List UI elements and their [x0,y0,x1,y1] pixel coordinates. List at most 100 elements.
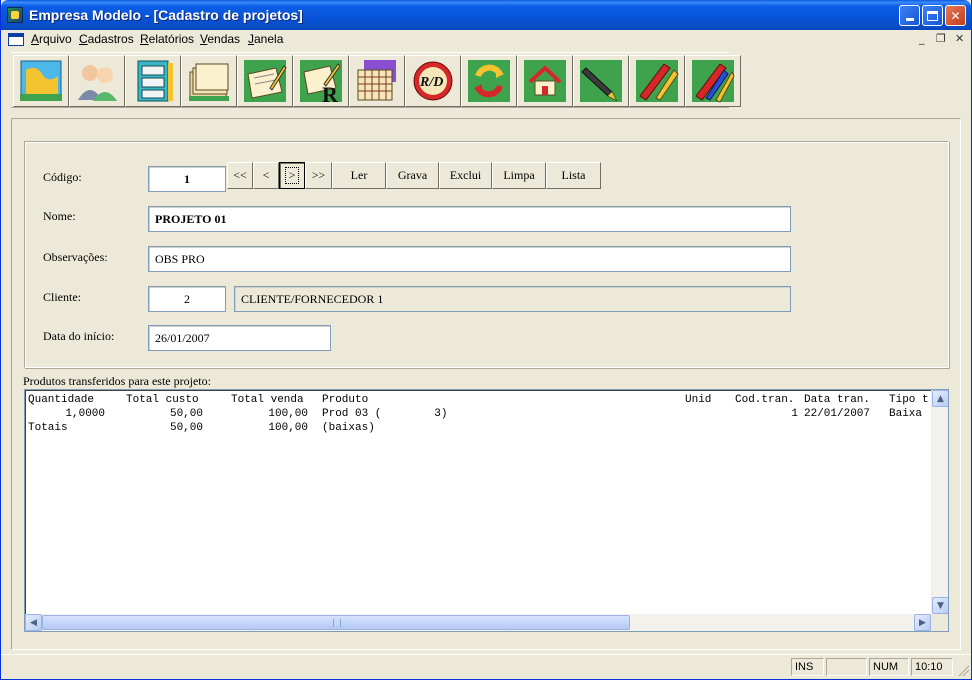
menu-arquivo[interactable]: Arquivo [31,32,72,46]
cell-total-custo: 50,00 [169,408,203,420]
svg-text:R: R [322,82,339,104]
toolbar-button-refresh[interactable] [461,55,517,107]
header-data-tran: Data tran. [804,394,871,406]
toolbar-button-report[interactable]: R [293,55,349,107]
toolbar-button-edit[interactable] [237,55,293,107]
scroll-corner [931,614,948,631]
child-close-icon[interactable]: ✕ [955,32,964,45]
home-icon [524,60,566,102]
child-minimize-icon[interactable]: _ [919,32,925,45]
header-total-custo: Total custo [126,394,199,406]
close-button[interactable]: ✕ [945,5,966,26]
chevron-right-icon: ▶ [919,617,926,628]
red-pencil-icon [636,60,679,102]
toolbar-button-folders[interactable] [181,55,237,107]
status-bar: INS NUM 10:10 [1,654,971,678]
child-window-icon[interactable] [8,33,24,46]
toolbar-button-cabinet[interactable] [125,55,181,107]
toolbar-button-rd[interactable]: R/D [405,55,461,107]
list-item[interactable]: 1,0000 50,00 100,00 Prod 03 ( 3) 1 22/01… [28,408,928,422]
lista-button[interactable]: Lista [546,162,601,189]
map-icon [20,60,62,101]
report-icon: R [300,60,342,104]
minimize-button[interactable] [899,5,920,26]
nome-label: Nome: [43,209,76,223]
observacoes-input[interactable]: OBS PRO [148,246,791,272]
child-restore-icon[interactable]: ❐ [936,32,946,45]
vertical-scrollbar[interactable]: ▲ ▼ [931,390,948,614]
nome-input[interactable]: PROJETO 01 [148,206,791,232]
toolbar-button-red-pencil[interactable] [629,55,685,107]
menu-bar: Arquivo Cadastros Relatórios Vendas Jane… [1,30,971,49]
cell-total-venda: 100,00 [268,422,308,434]
menu-vendas[interactable]: Vendas [200,32,240,46]
header-cod-tran: Cod.tran. [735,394,795,406]
limpa-button[interactable]: Limpa [492,162,546,189]
blue-pencil-icon [692,60,735,103]
svg-text:R/D: R/D [419,75,443,90]
cliente-name-field: CLIENTE/FORNECEDOR 1 [234,286,791,312]
cliente-code-input[interactable]: 2 [148,286,226,312]
data-inicio-input[interactable]: 26/01/2007 [148,325,331,351]
header-quantidade: Quantidade [28,394,95,406]
scroll-right-button[interactable]: ▶ [914,614,931,631]
scroll-left-button[interactable]: ◀ [25,614,42,631]
list-header: Quantidade Total custo Total venda Produ… [28,394,929,408]
cell-cod-tran: 1 [791,408,798,420]
cell-totais: Totais [28,422,68,434]
cell-produto: (baixas) [322,422,375,434]
menu-relatorios[interactable]: Relatórios [140,32,194,46]
last-record-button[interactable]: >> [305,162,332,189]
next-record-label: > [284,167,300,184]
list-label: Produtos transferidos para este projeto: [23,374,211,388]
previous-record-button[interactable]: < [253,162,279,189]
scroll-up-button[interactable]: ▲ [932,390,948,407]
menu-cadastros[interactable]: Cadastros [79,32,134,46]
toolbar-button-map[interactable] [13,55,69,107]
scroll-down-button[interactable]: ▼ [932,597,948,614]
toolbar-button-users[interactable] [69,55,125,107]
status-ins: INS [791,658,824,676]
toolbar: R R/D [11,52,741,108]
horizontal-scrollbar[interactable]: ◀ ▶ [25,614,931,631]
products-list[interactable]: Quantidade Total custo Total venda Produ… [24,389,949,632]
cell-data-tran: 22/01/2007 [804,408,871,420]
cell-quantidade: 1,0000 [65,408,105,420]
app-icon[interactable] [7,7,23,23]
cell-produto: Prod 03 ( 3) [322,408,448,420]
chevron-up-icon: ▲ [937,393,944,404]
grava-button[interactable]: Grava [386,162,439,189]
cell-tipo: Baixa [889,408,923,420]
horizontal-scroll-thumb[interactable] [42,615,630,630]
title-bar[interactable]: Empresa Modelo - [Cadastro de projetos] … [1,0,971,30]
app-window: Empresa Modelo - [Cadastro de projetos] … [0,0,972,680]
codigo-input[interactable]: 1 [148,166,226,192]
chevron-left-icon: ◀ [30,617,37,628]
folders-icon [189,63,229,101]
users-icon [78,65,117,101]
next-record-button[interactable]: > [279,162,305,189]
status-num: NUM [869,658,909,676]
maximize-button[interactable] [922,5,943,26]
list-item-totals[interactable]: Totais 50,00 100,00 (baixas) [28,422,928,436]
resize-grip-icon[interactable] [957,664,969,676]
calendar-grid-icon [357,60,396,101]
data-inicio-label: Data do início: [43,329,115,343]
header-tipo: Tipo t [889,394,929,406]
refresh-icon [468,60,510,102]
first-record-button[interactable]: << [227,162,253,189]
cell-total-custo: 50,00 [169,422,203,434]
toolbar-button-pen[interactable] [573,55,629,107]
menu-janela[interactable]: Janela [248,32,283,46]
toolbar-button-calendar[interactable] [349,55,405,107]
codigo-label: Código: [43,170,82,184]
window-title: Empresa Modelo - [Cadastro de projetos] [29,7,303,23]
ler-button[interactable]: Ler [332,162,386,189]
cliente-label: Cliente: [43,290,81,304]
toolbar-button-blue-pencil[interactable] [685,55,741,107]
header-unid: Unid [685,394,712,406]
pen-icon [580,60,622,102]
status-time: 10:10 [911,658,953,676]
exclui-button[interactable]: Exclui [439,162,492,189]
toolbar-button-home[interactable] [517,55,573,107]
